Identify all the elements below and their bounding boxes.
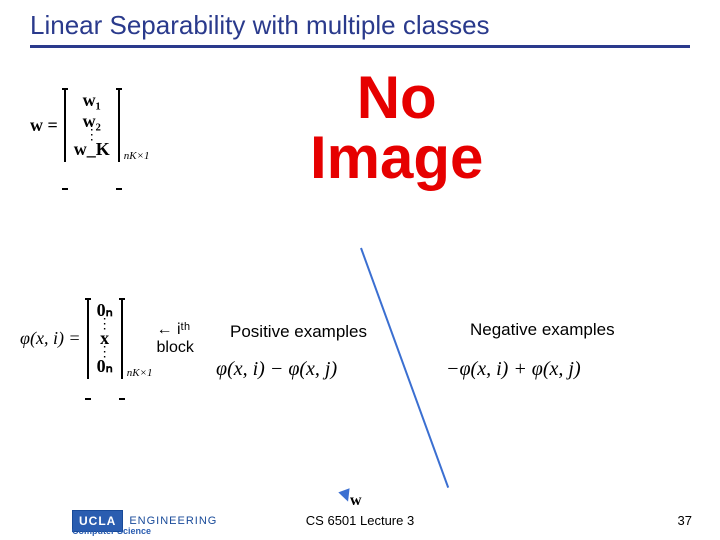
slide: Linear Separability with multiple classe… <box>0 0 720 540</box>
title-bar: Linear Separability with multiple classe… <box>30 10 690 48</box>
phi-arrow-note: ← iᵗʰ block <box>157 321 194 357</box>
phi-dim: nK×1 <box>127 367 153 379</box>
phi-ith-arrow: ← iᵗʰ <box>157 321 191 339</box>
no-image-placeholder: No Image <box>310 68 483 188</box>
separating-axis-line <box>360 248 449 488</box>
w-row-vdots: ⋮ <box>85 132 99 139</box>
cs-dept-text: Computer Science <box>72 526 151 536</box>
phi-row-vd2: ⋮ <box>98 349 112 356</box>
negative-heading: Negative examples <box>470 320 615 340</box>
phi-row-0b: 0ₙ <box>97 356 113 377</box>
positive-heading: Positive examples <box>230 322 367 342</box>
phi-row-vd1: ⋮ <box>98 321 112 328</box>
slide-title: Linear Separability with multiple classe… <box>30 10 690 41</box>
content-area: w = w₁ w₂ ⋮ w_K nK×1 No Image φ(x, i) = <box>30 58 690 498</box>
footer: UCLA ENGINEERING Computer Science CS 650… <box>0 494 720 534</box>
w-row-1: w₁ <box>83 90 101 111</box>
w-row-k: w_K <box>74 139 110 160</box>
phi-definition: φ(x, i) = 0ₙ ⋮ x ⋮ 0ₙ nK×1 ← iᵗʰ block <box>20 298 194 379</box>
negative-expression: −φ(x, i) + φ(x, j) <box>446 358 581 381</box>
no-image-line-2: Image <box>310 128 483 188</box>
phi-lhs: φ(x, i) = <box>20 328 81 349</box>
lecture-label: CS 6501 Lecture 3 <box>306 513 414 528</box>
phi-block-label: block <box>157 339 194 357</box>
page-number: 37 <box>678 513 692 528</box>
positive-expression: φ(x, i) − φ(x, j) <box>216 358 337 381</box>
w-bracket: w₁ w₂ ⋮ w_K <box>62 88 122 162</box>
w-dim: nK×1 <box>124 150 150 162</box>
w-lhs: w = <box>30 115 58 136</box>
w-definition: w = w₁ w₂ ⋮ w_K nK×1 <box>30 88 150 162</box>
phi-bracket: 0ₙ ⋮ x ⋮ 0ₙ <box>85 298 125 379</box>
no-image-line-1: No <box>310 68 483 128</box>
